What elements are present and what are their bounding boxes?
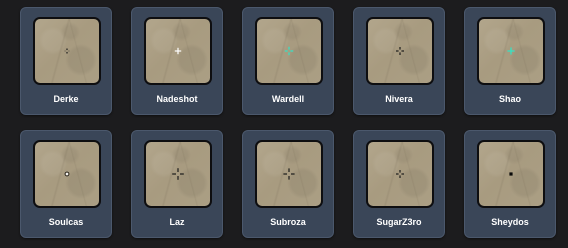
crosshair-icon xyxy=(393,167,407,181)
crosshair-svg xyxy=(64,48,70,54)
crosshair-card-derke[interactable]: Derke xyxy=(20,7,112,115)
player-name: Derke xyxy=(53,94,79,104)
player-name: Laz xyxy=(169,217,185,227)
crosshair-icon xyxy=(504,167,518,181)
crosshair-card-soulcas[interactable]: Soulcas xyxy=(20,130,112,238)
player-name: Sheydos xyxy=(491,217,529,227)
crosshair-icon xyxy=(60,44,74,58)
crosshair-card-nadeshot[interactable]: Nadeshot xyxy=(131,7,223,115)
crosshair-preview xyxy=(366,140,434,208)
crosshair-grid: Derke Nadeshot Wardell Nivera Shao Soulc… xyxy=(0,0,568,248)
crosshair-preview xyxy=(33,140,101,208)
player-name: SugarZ3ro xyxy=(376,217,422,227)
player-name: Subroza xyxy=(270,217,306,227)
crosshair-preview xyxy=(255,17,323,85)
player-name: Wardell xyxy=(271,94,305,104)
crosshair-card-laz[interactable]: Laz xyxy=(131,130,223,238)
crosshair-card-nivera[interactable]: Nivera xyxy=(353,7,445,115)
crosshair-icon xyxy=(171,44,185,58)
player-name: Shao xyxy=(498,94,521,104)
crosshair-card-sugarz3ro[interactable]: SugarZ3ro xyxy=(353,130,445,238)
crosshair-icon xyxy=(60,167,74,181)
crosshair-icon xyxy=(393,44,407,58)
player-name: Nadeshot xyxy=(156,94,198,104)
crosshair-icon xyxy=(170,166,186,182)
crosshair-icon xyxy=(281,166,297,182)
crosshair-card-shao[interactable]: Shao xyxy=(464,7,556,115)
crosshair-card-sheydos[interactable]: Sheydos xyxy=(464,130,556,238)
crosshair-icon xyxy=(282,44,296,58)
crosshair-preview xyxy=(144,17,212,85)
crosshair-preview xyxy=(366,17,434,85)
player-name: Nivera xyxy=(385,94,413,104)
player-name: Soulcas xyxy=(48,217,84,227)
crosshair-icon xyxy=(504,44,518,58)
crosshair-card-subroza[interactable]: Subroza xyxy=(242,130,334,238)
crosshair-preview xyxy=(255,140,323,208)
crosshair-preview xyxy=(477,140,545,208)
crosshair-preview xyxy=(144,140,212,208)
crosshair-card-wardell[interactable]: Wardell xyxy=(242,7,334,115)
crosshair-preview xyxy=(477,17,545,85)
crosshair-preview xyxy=(33,17,101,85)
